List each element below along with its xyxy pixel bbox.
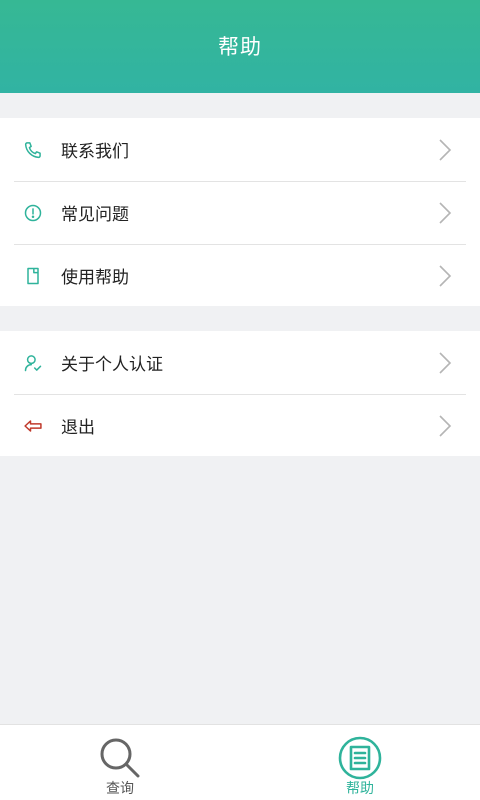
exclamation-circle-icon: [22, 202, 44, 224]
user-check-icon: [22, 352, 44, 374]
page-title: 帮助: [218, 34, 262, 59]
list-document-icon: [338, 736, 382, 780]
chevron-right-icon: [439, 414, 452, 437]
tab-help[interactable]: 帮助: [300, 725, 420, 800]
menu-group-account: 关于个人认证 退出: [0, 331, 480, 456]
tab-label: 查询: [106, 781, 134, 797]
bottom-tab-bar: 查询 帮助: [0, 724, 480, 800]
menu-item-logout[interactable]: 退出: [0, 394, 480, 457]
menu-item-contact-us[interactable]: 联系我们: [0, 118, 480, 181]
chevron-right-icon: [439, 138, 452, 161]
menu-item-label: 使用帮助: [61, 268, 129, 288]
menu-item-label: 关于个人认证: [61, 355, 163, 375]
header-bar: 帮助: [0, 0, 480, 93]
chevron-right-icon: [439, 201, 452, 224]
logout-arrow-icon: [22, 415, 44, 437]
menu-item-label: 联系我们: [61, 142, 129, 162]
menu-item-label: 常见问题: [61, 205, 129, 225]
phone-icon: [22, 139, 44, 161]
search-icon: [100, 738, 140, 778]
help-screen: 帮助 联系我们 常见问题 使用帮助 关于个人认证 退出 查询 帮助: [0, 0, 480, 800]
tab-query[interactable]: 查询: [60, 725, 180, 800]
tab-label: 帮助: [346, 781, 374, 797]
menu-item-label: 退出: [61, 418, 95, 438]
menu-item-faq[interactable]: 常见问题: [0, 181, 480, 244]
chevron-right-icon: [439, 351, 452, 374]
menu-item-usage-help[interactable]: 使用帮助: [0, 244, 480, 307]
document-icon: [22, 265, 44, 287]
chevron-right-icon: [439, 264, 452, 287]
menu-group-support: 联系我们 常见问题 使用帮助: [0, 118, 480, 306]
menu-item-personal-verification[interactable]: 关于个人认证: [0, 331, 480, 394]
